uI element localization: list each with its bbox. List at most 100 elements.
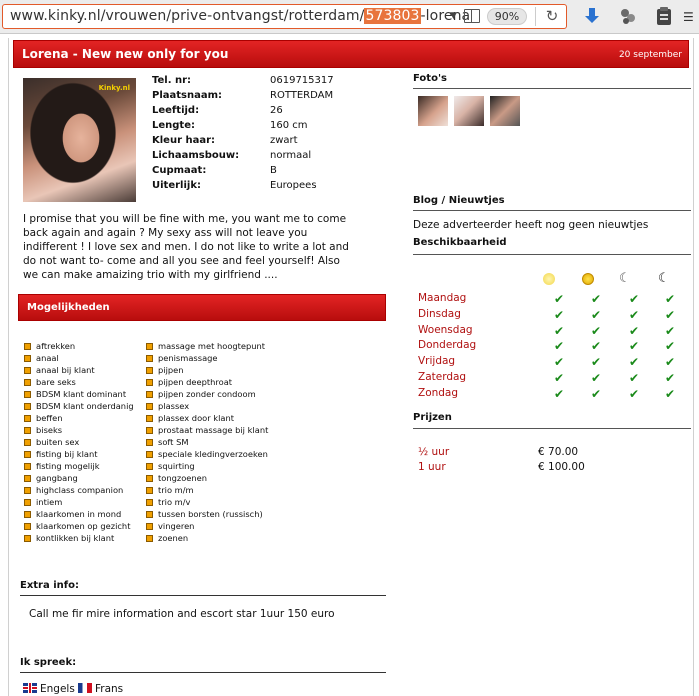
photo-watermark: Kinky.nl	[98, 84, 130, 92]
languages-divider	[20, 672, 386, 673]
option-label: pijpen deepthroat	[158, 377, 233, 387]
blog-text: Deze adverteerder heeft nog geen nieuwtj…	[413, 219, 649, 231]
option-item: fisting bij klant	[24, 448, 154, 460]
check-icon: ✔	[554, 371, 565, 385]
check-icon: ✔	[629, 371, 640, 385]
bullet-square-icon	[24, 487, 31, 494]
option-item: klaarkomen in mond	[24, 508, 154, 520]
browser-toolbar: www.kinky.nl/vrouwen/prive-ontvangst/rot…	[0, 0, 699, 34]
option-item: beffen	[24, 412, 154, 424]
check-icon: ✔	[591, 339, 602, 354]
check-icon: ✔	[591, 323, 602, 338]
fact-row: Leeftijd: 26	[152, 105, 392, 120]
fact-label: Lengte:	[152, 120, 195, 131]
day-label: Zondag	[418, 386, 459, 399]
zoom-level[interactable]: 90%	[487, 8, 527, 25]
fact-label: Tel. nr:	[152, 75, 192, 86]
day-label: Dinsdag	[418, 307, 461, 320]
reload-icon[interactable]: ↻	[544, 8, 560, 24]
reader-view-icon[interactable]	[464, 9, 480, 23]
fact-value: 26	[270, 105, 283, 116]
extension-icon[interactable]	[618, 7, 638, 27]
option-label: plassex door klant	[158, 413, 234, 423]
menu-icon[interactable]: ☰	[683, 10, 695, 24]
option-item: fisting mogelijk	[24, 460, 154, 472]
listing-title-bar: Lorena - New new only for you 20 septemb…	[13, 40, 689, 68]
check-icon: ✔	[591, 292, 602, 306]
option-item: trio m/v	[146, 496, 276, 508]
check-icon: ✔	[629, 355, 640, 370]
fact-label: Cupmaat:	[152, 165, 207, 176]
bullet-square-icon	[24, 451, 31, 458]
option-label: pijpen	[158, 365, 184, 375]
price-row: 1 uur € 100.00	[418, 461, 678, 476]
option-item: plassex door klant	[146, 412, 276, 424]
bullet-square-icon	[24, 355, 31, 362]
option-item: klaarkomen op gezicht	[24, 520, 154, 532]
day-label: Maandag	[418, 292, 467, 304]
url-highlight: 573803	[364, 8, 421, 24]
availability-row: Vrijdag ✔ ✔ ✔ ✔	[418, 355, 698, 371]
option-label: beffen	[36, 413, 63, 423]
bullet-square-icon	[146, 439, 153, 446]
blog-heading: Blog / Nieuwtjes	[413, 195, 505, 206]
extra-info-heading: Extra info:	[20, 580, 79, 591]
bullet-square-icon	[24, 403, 31, 410]
check-icon: ✔	[591, 371, 602, 385]
option-label: BDSM klant dominant	[36, 389, 127, 399]
option-label: tussen borsten (russisch)	[158, 509, 263, 519]
option-label: trio m/m	[158, 485, 194, 495]
photo-thumbnail-1[interactable]	[418, 96, 448, 126]
url-text[interactable]: www.kinky.nl/vrouwen/prive-ontvangst/rot…	[10, 8, 470, 24]
option-item: gangbang	[24, 472, 154, 484]
option-item: aftrekken	[24, 340, 154, 352]
option-label: klaarkomen in mond	[36, 509, 122, 519]
bullet-square-icon	[146, 367, 153, 374]
photo-thumbnail-3[interactable]	[490, 96, 520, 126]
option-label: plassex	[158, 401, 190, 411]
bullet-square-icon	[146, 499, 153, 506]
check-icon: ✔	[629, 323, 640, 338]
option-item: prostaat massage bij klant	[146, 424, 276, 436]
bullet-square-icon	[24, 379, 31, 386]
profile-photo[interactable]: Kinky.nl	[23, 78, 136, 202]
option-item: speciale kledingverzoeken	[146, 448, 276, 460]
bullet-square-icon	[24, 535, 31, 542]
profile-description: I promise that you will be fine with me,…	[23, 213, 349, 281]
download-icon[interactable]	[582, 6, 602, 26]
fact-row: Cupmaat: B	[152, 165, 392, 180]
url-dropdown-icon[interactable]: ▼	[450, 11, 458, 21]
bullet-square-icon	[24, 463, 31, 470]
price-row: ½ uur € 70.00	[418, 446, 678, 461]
option-item: biseks	[24, 424, 154, 436]
fact-value: 160 cm	[270, 120, 308, 131]
option-item: zoenen	[146, 532, 276, 544]
options-header: Mogelijkheden	[18, 294, 386, 321]
photo-thumbnail-2[interactable]	[454, 96, 484, 126]
fact-row: Plaatsnaam: ROTTERDAM	[152, 90, 392, 105]
prices-heading: Prijzen	[413, 412, 452, 423]
option-item: BDSM klant dominant	[24, 388, 154, 400]
bullet-square-icon	[24, 415, 31, 422]
availability-row: Maandag ✔ ✔ ✔ ✔	[418, 292, 698, 308]
clipboard-icon[interactable]	[655, 6, 673, 26]
bullet-square-icon	[146, 427, 153, 434]
bullet-square-icon	[146, 511, 153, 518]
listing-page: Lorena - New new only for you 20 septemb…	[8, 38, 694, 696]
blog-divider	[413, 210, 691, 211]
bullet-square-icon	[24, 439, 31, 446]
option-label: trio m/v	[158, 497, 191, 507]
check-icon: ✔	[554, 323, 565, 338]
fact-value: Europees	[270, 180, 317, 191]
evening-moon-icon: ☾	[619, 271, 631, 286]
bullet-square-icon	[146, 403, 153, 410]
fact-label: Lichaamsbouw:	[152, 150, 240, 161]
option-label: BDSM klant onderdanig	[36, 401, 134, 411]
availability-row: Zaterdag ✔ ✔ ✔ ✔	[418, 371, 698, 387]
fact-row: Lichaamsbouw: normaal	[152, 150, 392, 165]
option-item: pijpen deepthroat	[146, 376, 276, 388]
option-item: highclass companion	[24, 484, 154, 496]
bullet-square-icon	[146, 487, 153, 494]
url-bar[interactable]: www.kinky.nl/vrouwen/prive-ontvangst/rot…	[2, 4, 567, 29]
option-item: tongzoenen	[146, 472, 276, 484]
